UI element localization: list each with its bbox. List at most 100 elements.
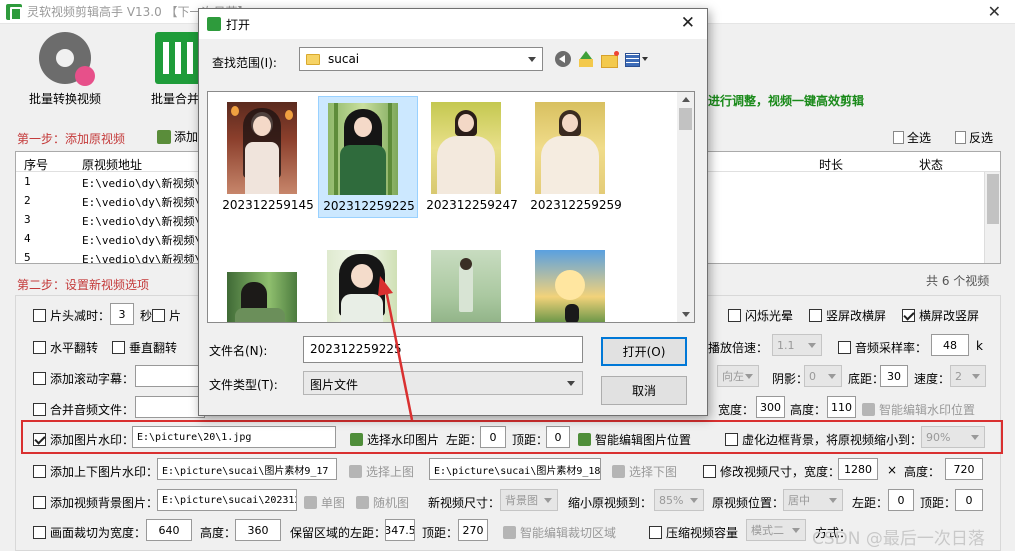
- top-bottom-img-checkbox[interactable]: 添加上下图片水印：: [33, 463, 158, 480]
- bottom-input[interactable]: 30: [880, 365, 908, 387]
- bg-left-input[interactable]: 0: [888, 489, 914, 511]
- file-tile[interactable]: 202312259145: [218, 96, 318, 218]
- choose-watermark-button[interactable]: 选择水印图片: [350, 431, 439, 448]
- file-tile[interactable]: [526, 242, 626, 322]
- checkbox[interactable]: [649, 526, 662, 539]
- bg-top-input[interactable]: 0: [955, 489, 983, 511]
- portrait-to-landscape-checkbox[interactable]: 竖屏改横屏: [809, 307, 886, 324]
- sample-rate-checkbox[interactable]: 音频采样率：: [838, 339, 927, 356]
- close-icon[interactable]: ✕: [988, 2, 1001, 21]
- checkbox[interactable]: [112, 341, 125, 354]
- checkbox[interactable]: [33, 309, 46, 322]
- smart-crop-button[interactable]: 智能编辑裁切区域: [503, 524, 616, 541]
- checkbox-checked[interactable]: [33, 433, 46, 446]
- img-watermark-checkbox[interactable]: 添加图片水印：: [33, 431, 134, 448]
- bg-shrink-dropdown[interactable]: 85%: [654, 489, 704, 511]
- scroll-thumb[interactable]: [987, 174, 999, 224]
- checkbox[interactable]: [33, 372, 46, 385]
- checkbox[interactable]: [703, 465, 716, 478]
- crop-keep-left-input[interactable]: 347.5: [385, 519, 415, 541]
- tail-trim-checkbox[interactable]: 片: [152, 307, 181, 324]
- landscape-to-portrait-checkbox[interactable]: 横屏改竖屏: [902, 307, 979, 324]
- bg-image-checkbox[interactable]: 添加视频背景图片：: [33, 494, 158, 511]
- file-tile[interactable]: 202312259247: [422, 96, 522, 218]
- scroll-down-icon[interactable]: [682, 312, 690, 317]
- file-tile[interactable]: [422, 242, 522, 322]
- lookin-dropdown[interactable]: sucai: [299, 47, 543, 71]
- crop-checkbox[interactable]: 画面裁切为宽度：: [33, 524, 146, 541]
- bg-image-path-input[interactable]: E:\picture\sucai\2023122: [157, 489, 297, 511]
- checkbox[interactable]: [33, 403, 46, 416]
- shadow-dropdown[interactable]: 0: [804, 365, 842, 387]
- resize-checkbox[interactable]: 修改视频尺寸，宽度：: [703, 463, 840, 480]
- scroll-up-icon[interactable]: [682, 97, 690, 102]
- compress-mode-dropdown[interactable]: 模式二: [746, 519, 806, 541]
- crop-height-input[interactable]: 360: [235, 519, 281, 541]
- speed-dropdown[interactable]: 1.1: [772, 334, 822, 356]
- img-watermark-path-input[interactable]: E:\picture\20\1.jpg: [132, 426, 336, 448]
- scroll-caption-input[interactable]: [135, 365, 205, 387]
- bg-size-dropdown[interactable]: 背景图: [500, 489, 558, 511]
- scroll-thumb[interactable]: [679, 108, 692, 130]
- open-button[interactable]: 打开(O): [601, 337, 687, 366]
- filetype-dropdown[interactable]: 图片文件: [303, 371, 583, 395]
- random-image-button[interactable]: 随机图: [356, 494, 409, 511]
- head-trim-input[interactable]: 3: [110, 303, 134, 325]
- checkbox[interactable]: [152, 309, 165, 322]
- img-top-input[interactable]: 0: [546, 426, 570, 448]
- view-menu-icon[interactable]: [625, 51, 649, 67]
- checkbox[interactable]: [725, 433, 738, 446]
- merge-audio-input[interactable]: [135, 396, 205, 418]
- table-scrollbar[interactable]: [984, 172, 1000, 263]
- smart-watermark-pos-button[interactable]: 智能编辑水印位置: [862, 401, 975, 418]
- blur-scale-dropdown[interactable]: 90%: [921, 426, 985, 448]
- merge-audio-checkbox[interactable]: 合并音频文件：: [33, 401, 134, 418]
- hflip-checkbox[interactable]: 水平翻转: [33, 339, 98, 356]
- resize-width-input[interactable]: 1280: [838, 458, 878, 480]
- caption-direction-dropdown[interactable]: 向左: [717, 365, 759, 387]
- add-video-button[interactable]: 添加: [157, 128, 198, 145]
- file-tile[interactable]: [318, 242, 418, 322]
- checkbox[interactable]: [838, 341, 851, 354]
- choose-top-img-button[interactable]: 选择上图: [349, 463, 414, 480]
- select-all-button[interactable]: 全选: [893, 129, 931, 146]
- choose-bottom-img-button[interactable]: 选择下图: [612, 463, 677, 480]
- head-trim-checkbox[interactable]: 片头减时：: [33, 307, 110, 324]
- up-folder-icon[interactable]: [578, 51, 594, 67]
- crop-width-input[interactable]: 640: [146, 519, 192, 541]
- velocity-dropdown[interactable]: 2: [950, 365, 986, 387]
- checkbox[interactable]: [728, 309, 741, 322]
- checkbox[interactable]: [33, 341, 46, 354]
- file-list-scrollbar[interactable]: [677, 92, 694, 322]
- flash-light-checkbox[interactable]: 闪烁光晕: [728, 307, 793, 324]
- checkbox-checked[interactable]: [902, 309, 915, 322]
- select-reverse-button[interactable]: 反选: [955, 129, 993, 146]
- top-img-path-input[interactable]: E:\picture\sucai\图片素材9_17: [157, 458, 337, 480]
- sample-rate-input[interactable]: 48: [931, 334, 969, 356]
- blur-border-checkbox[interactable]: 虚化边框背景，将原视频缩小到：: [725, 431, 922, 448]
- filename-input[interactable]: 202312259225: [303, 336, 583, 363]
- watermark-width-input[interactable]: 300: [756, 396, 785, 418]
- vflip-checkbox[interactable]: 垂直翻转: [112, 339, 177, 356]
- single-image-button[interactable]: 单图: [304, 494, 345, 511]
- bg-pos-dropdown[interactable]: 居中: [783, 489, 843, 511]
- img-left-input[interactable]: 0: [480, 426, 506, 448]
- checkbox[interactable]: [33, 496, 46, 509]
- bottom-img-path-input[interactable]: E:\picture\sucai\图片素材9_18: [429, 458, 601, 480]
- scroll-caption-checkbox[interactable]: 添加滚动字幕：: [33, 370, 134, 387]
- batch-convert-button[interactable]: 批量转换视频: [10, 32, 120, 107]
- resize-height-input[interactable]: 720: [945, 458, 983, 480]
- back-icon[interactable]: [555, 51, 571, 67]
- crop-top-input[interactable]: 270: [458, 519, 488, 541]
- checkbox[interactable]: [809, 309, 822, 322]
- file-tile-selected[interactable]: 202312259225: [318, 96, 418, 218]
- close-icon[interactable]: ✕: [681, 13, 695, 33]
- cancel-button[interactable]: 取消: [601, 376, 687, 405]
- checkbox[interactable]: [33, 465, 46, 478]
- watermark-height-input[interactable]: 110: [827, 396, 856, 418]
- file-tile[interactable]: 202312259259: [526, 96, 626, 218]
- checkbox[interactable]: [33, 526, 46, 539]
- file-list-view[interactable]: 202312259145 202312259225 202312259247 2…: [207, 91, 695, 323]
- smart-img-pos-button[interactable]: 智能编辑图片位置: [578, 431, 691, 448]
- file-tile[interactable]: [218, 242, 318, 322]
